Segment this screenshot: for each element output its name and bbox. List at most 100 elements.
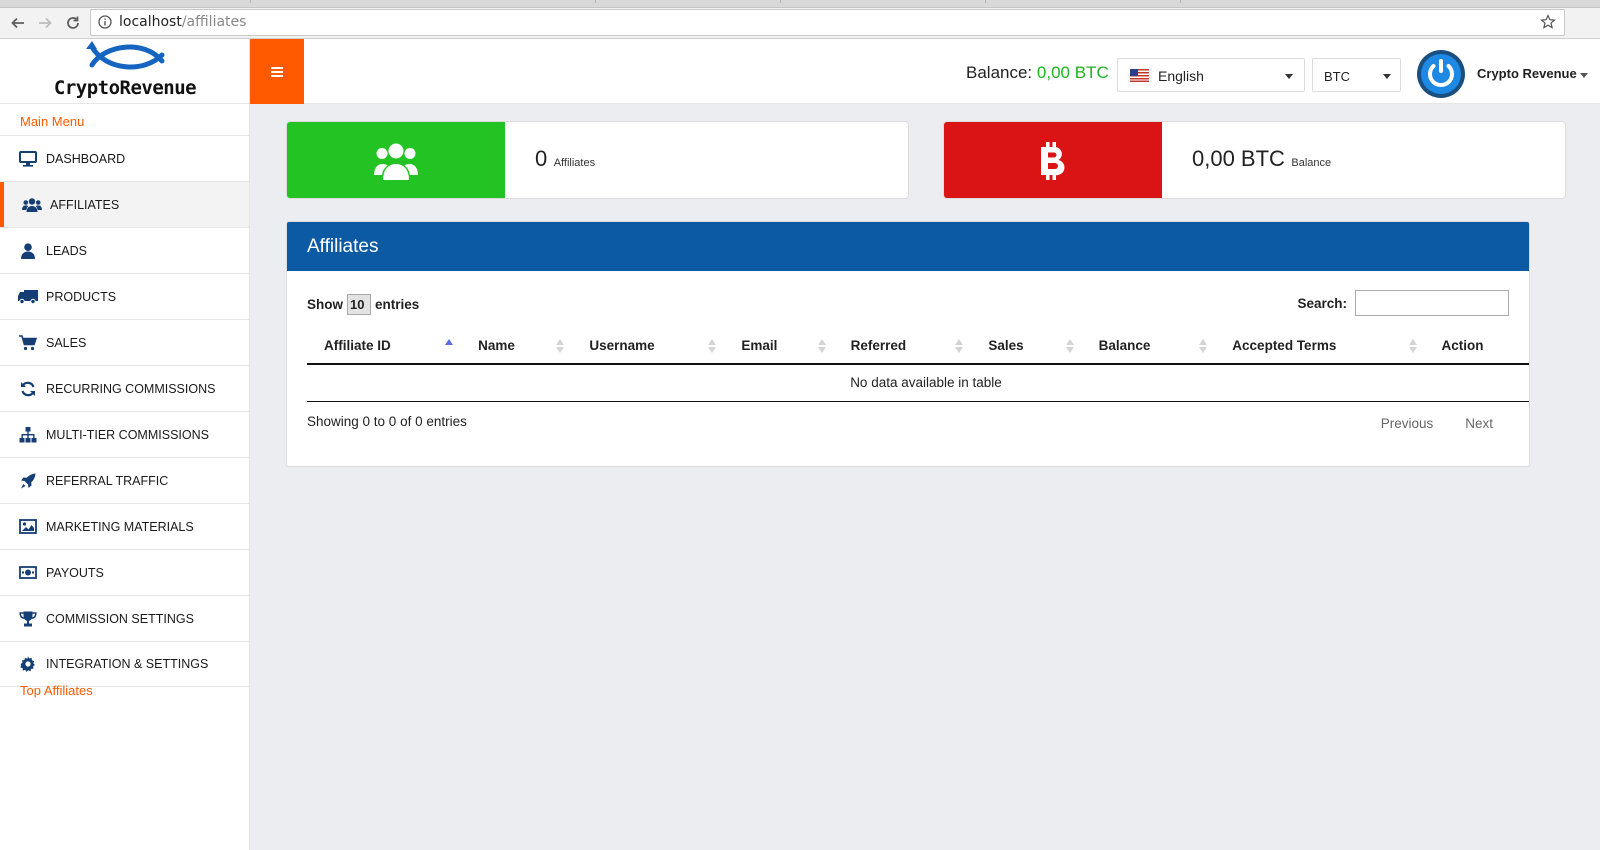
monitor-icon [18,149,38,169]
bookmark-star-icon[interactable] [1540,14,1556,30]
sort-both-icon [817,339,826,353]
back-button[interactable] [7,12,29,34]
caret-down-icon [1580,73,1588,78]
column-header-sales[interactable]: Sales [971,327,1082,365]
stat-text: 0,00 BTC Balance [1192,146,1331,172]
logo-fish-icon [86,41,165,70]
sidebar-item-label: DASHBOARD [46,151,126,166]
sidebar-item-label: RECURRING COMMISSIONS [46,381,216,396]
us-flag-icon [1130,69,1149,82]
show-label: Show [307,297,343,312]
users-icon [22,195,42,215]
column-label: Referred [850,337,907,353]
info-icon[interactable] [98,15,112,29]
sidebar-item-recurring-commissions[interactable]: RECURRING COMMISSIONS [0,365,249,411]
empty-table-message: No data available in table [307,364,1529,402]
browser-toolbar: localhost/affiliates [0,8,1600,39]
currency-select[interactable]: BTC [1312,58,1401,92]
search-input[interactable] [1355,290,1509,316]
sidebar-item-referral-traffic[interactable]: REFERRAL TRAFFIC [0,457,249,503]
sitemap-icon [18,425,38,445]
sidebar-item-label: COMMISSION SETTINGS [46,611,194,626]
user-menu[interactable]: Crypto Revenue [1416,49,1596,99]
page-length-select[interactable]: 10 [347,294,371,315]
reload-button[interactable] [62,12,84,34]
sort-both-icon [1529,339,1530,353]
search-label: Search: [1297,295,1347,311]
sidebar-item-leads[interactable]: LEADS [0,227,249,273]
stat-icon-box [287,122,505,198]
tab-divider [595,0,596,3]
sidebar-item-commission-settings[interactable]: COMMISSION SETTINGS [0,595,249,641]
sidebar-item-products[interactable]: PRODUCTS [0,273,249,319]
column-label: Name [478,337,515,353]
user-name: Crypto Revenue [1477,66,1577,81]
language-select[interactable]: English [1117,58,1305,92]
main-content: 0 Affiliates 0,00 BTC Balance Affiliates… [250,104,1600,850]
gear-icon [18,654,38,674]
column-label: Sales [988,337,1024,353]
column-header-referred[interactable]: Referred [833,327,972,365]
sort-both-icon [1199,339,1208,353]
column-header-action[interactable]: Action [1424,327,1530,365]
tab-divider [780,0,781,3]
rocket-icon [18,471,38,491]
caret-down-icon [1285,74,1293,79]
column-header-name[interactable]: Name [461,327,573,365]
trophy-icon [18,609,38,629]
sidebar-item-multi-tier-commissions[interactable]: MULTI-TIER COMMISSIONS [0,411,249,457]
sidebar-item-payouts[interactable]: PAYOUTS [0,549,249,595]
sidebar-item-dashboard[interactable]: DASHBOARD [0,135,249,181]
sidebar-item-sales[interactable]: SALES [0,319,249,365]
table-length-control: Show 10 entries [307,294,419,315]
column-header-accepted-terms[interactable]: Accepted Terms [1215,327,1425,365]
sidebar-section-top-affiliates: Top Affiliates [20,683,93,698]
sidebar-item-label: PAYOUTS [46,565,104,580]
address-bar[interactable]: localhost/affiliates [90,9,1565,36]
affiliates-count: 0 [535,146,548,171]
logo[interactable]: CryptoRevenue [0,39,250,104]
affiliates-panel: Affiliates Show 10 entries Search: Affil… [286,221,1530,467]
column-header-affiliate-id[interactable]: Affiliate ID [307,327,462,365]
url-text: localhost/affiliates [119,14,246,30]
sidebar-item-label: AFFILIATES [50,197,120,212]
table-info: Showing 0 to 0 of 0 entries [307,414,467,429]
logo-text: CryptoRevenue [53,77,197,99]
language-label: English [1158,68,1204,84]
user-icon [18,241,38,261]
browser-tabstrip [0,0,1600,8]
caret-down-icon [1383,74,1391,79]
column-header-username[interactable]: Username [572,327,725,365]
header-balance: Balance: 0,00 BTC [966,63,1109,83]
affiliates-table: Affiliate ID Name Username Email Referre… [307,327,1530,402]
balance-amount-label: Balance [1291,157,1332,169]
column-label: Username [589,337,655,353]
sidebar-item-affiliates[interactable]: AFFILIATES [0,181,249,227]
tab-divider [250,0,251,3]
app-header: CryptoRevenue Balance: 0,00 BTC English … [0,39,1600,104]
balance-value: 0,00 BTC [1036,63,1109,82]
affiliates-count-label: Affiliates [553,157,596,169]
stat-icon-box [944,122,1162,198]
forward-button[interactable] [34,12,56,34]
forward-arrow-icon [39,17,52,29]
table-header-row: Affiliate ID Name Username Email Referre… [307,327,1530,365]
column-label: Email [741,337,778,353]
url-path: /affiliates [181,14,247,30]
next-page-button[interactable]: Next [1449,416,1509,431]
column-header-balance[interactable]: Balance [1081,327,1216,365]
menu-toggle-button[interactable] [250,39,304,104]
stat-text: 0 Affiliates [535,146,595,172]
avatar [1417,50,1465,98]
sort-both-icon [1408,339,1417,353]
sidebar-item-integration-settings[interactable]: INTEGRATION & SETTINGS [0,641,249,687]
sidebar-item-marketing-materials[interactable]: MARKETING MATERIALS [0,503,249,549]
bitcoin-icon [1041,142,1065,180]
pagination: Previous Next [1365,416,1509,431]
sidebar-menu: DASHBOARD AFFILIATES LEADS PRODUCTS SALE [0,135,249,687]
entries-label: entries [375,297,420,312]
sidebar-item-label: REFERRAL TRAFFIC [46,473,169,488]
column-label: Balance [1098,337,1151,353]
column-header-email[interactable]: Email [724,327,834,365]
previous-page-button[interactable]: Previous [1365,416,1450,431]
